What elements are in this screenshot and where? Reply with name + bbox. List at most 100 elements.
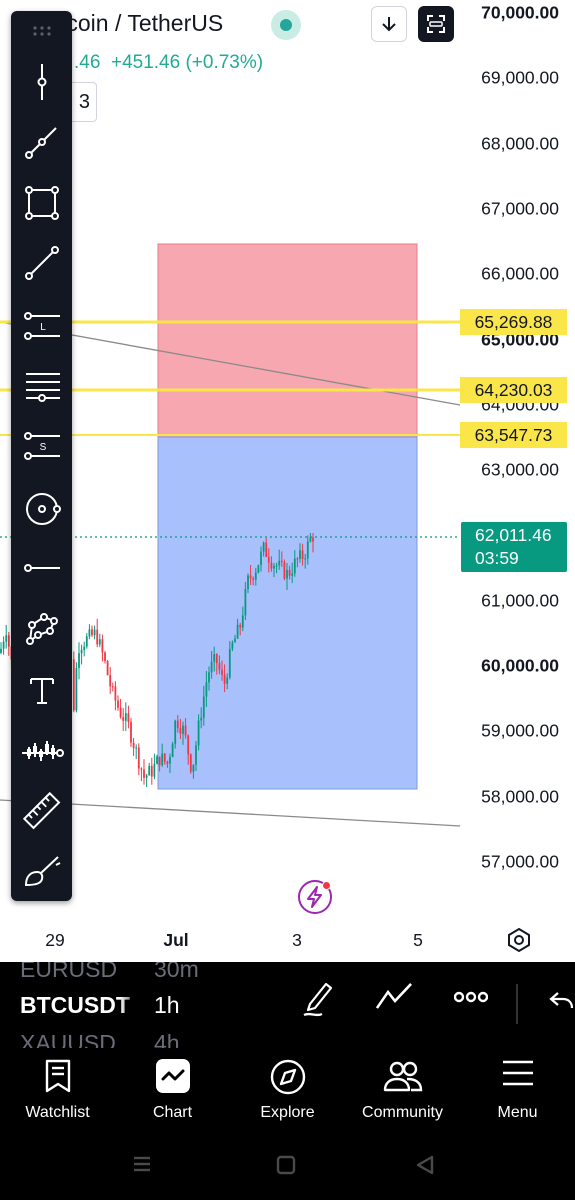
candle-body: [80, 649, 83, 654]
download-button[interactable]: [371, 6, 407, 42]
pattern-icon[interactable]: [11, 603, 72, 655]
candle-body: [117, 700, 119, 708]
explore-icon: [270, 1059, 305, 1095]
price-axis-label: 61,000.00: [481, 590, 559, 611]
candle-body: [109, 675, 112, 687]
candle-body: [101, 639, 104, 653]
svg-text:L: L: [40, 322, 46, 333]
current-price-tag: 62,011.46 03:59: [461, 522, 567, 572]
circle-icon[interactable]: [11, 483, 72, 535]
recents-button[interactable]: [132, 1155, 152, 1178]
text-icon[interactable]: [11, 664, 72, 716]
candle-body: [158, 756, 161, 766]
undo-icon: [549, 992, 574, 1009]
candle-body: [192, 764, 195, 772]
chart-settings-button[interactable]: [505, 926, 533, 959]
pen-icon: [303, 982, 333, 1017]
horizontal-ray-icon[interactable]: [11, 542, 72, 594]
candle-body: [171, 743, 174, 758]
candle-body: [215, 654, 218, 664]
tab-explore-label: Explore: [260, 1104, 315, 1121]
flash-button[interactable]: [298, 880, 332, 914]
forecast-icon[interactable]: [11, 725, 72, 777]
candle-body: [75, 668, 78, 711]
fullscreen-button[interactable]: [418, 6, 454, 42]
candle-body: [140, 768, 143, 770]
time-axis-label: 29: [45, 930, 65, 950]
market-status-icon[interactable]: [271, 10, 301, 40]
target-zone[interactable]: [157, 436, 418, 790]
tab-explore[interactable]: Explore: [230, 1048, 345, 1130]
candle-body: [200, 717, 203, 721]
settings-icon: [508, 927, 530, 953]
candle-body: [280, 560, 283, 562]
back-button[interactable]: [414, 1154, 436, 1181]
symbol-item-btcusdt[interactable]: BTCUSDT: [20, 992, 130, 1019]
candle-body: [228, 648, 231, 678]
candle-body: [148, 766, 151, 776]
drag-handle-icon[interactable]: [11, 11, 72, 51]
level-price-tag[interactable]: 65,269.88: [460, 309, 567, 335]
pen-button[interactable]: [300, 978, 336, 1023]
tab-menu[interactable]: Menu: [460, 1048, 575, 1130]
interval-item-1h[interactable]: 1h: [154, 992, 180, 1019]
price-axis-label: 69,000.00: [481, 67, 559, 88]
tab-chart[interactable]: Chart: [115, 1048, 230, 1130]
brush-icon[interactable]: [11, 845, 72, 897]
horizontal-lines-icon[interactable]: [11, 359, 72, 411]
candle-body: [286, 569, 288, 579]
candle-body: [260, 551, 262, 566]
candle-body: [114, 686, 117, 701]
candle-body: [218, 663, 221, 670]
home-icon: [276, 1155, 296, 1175]
symbol-item-eurusd[interactable]: EURUSD: [20, 962, 117, 983]
candle-body: [153, 763, 156, 777]
candle-body: [98, 639, 101, 645]
more-button[interactable]: [453, 990, 489, 1009]
symbol-item-xauusd[interactable]: XAUUSD: [20, 1030, 116, 1048]
level-price-tag[interactable]: 64,230.03: [460, 377, 567, 403]
candle-body: [296, 558, 299, 560]
interval-item-4h[interactable]: 4h: [154, 1030, 180, 1048]
symbol-title[interactable]: tcoin / TetherUS: [60, 10, 223, 37]
drawings-button[interactable]: [374, 978, 414, 1023]
candle-body: [226, 677, 229, 684]
horizontal-line-s-icon[interactable]: S: [11, 420, 72, 472]
price-axis-label: 63,000.00: [481, 459, 559, 480]
stop-zone[interactable]: [157, 243, 418, 438]
candle-body: [143, 769, 145, 778]
price-axis-label: 66,000.00: [481, 263, 559, 284]
candle-body: [106, 660, 109, 676]
horizontal-line-label-icon[interactable]: L: [11, 300, 72, 352]
ruler-icon[interactable]: [11, 785, 72, 837]
candle-body: [293, 558, 296, 574]
drawings-icon: [376, 983, 412, 1009]
candle-body: [93, 629, 96, 636]
line-icon[interactable]: [11, 237, 72, 289]
time-axis-label: 5: [413, 930, 423, 950]
level-price-tag[interactable]: 63,547.73: [460, 422, 567, 448]
tab-menu-label: Menu: [497, 1104, 538, 1121]
price-change: +451.46 (+0.73%): [110, 52, 264, 73]
candle-body: [122, 717, 125, 721]
candle-body: [130, 721, 132, 743]
fullscreen-icon: [427, 15, 445, 33]
tab-community[interactable]: Community: [345, 1048, 460, 1130]
candle-body: [247, 575, 249, 590]
candle-body: [257, 565, 260, 573]
candle-body: [169, 757, 171, 764]
interval-item-30m[interactable]: 30m: [154, 962, 199, 983]
tab-watchlist[interactable]: Watchlist: [0, 1048, 115, 1130]
candle-body: [182, 725, 184, 734]
home-button[interactable]: [276, 1155, 296, 1180]
crosshair-icon[interactable]: [11, 56, 72, 108]
candle-body: [234, 638, 236, 643]
candle-body: [241, 615, 244, 628]
candle-body: [179, 727, 182, 734]
trend-line-icon[interactable]: [11, 116, 72, 168]
rectangle-icon[interactable]: [11, 177, 72, 229]
candle-body: [202, 696, 205, 718]
price-axis-label: 57,000.00: [481, 851, 559, 872]
candle-body: [176, 720, 179, 728]
undo-button[interactable]: [548, 990, 574, 1017]
